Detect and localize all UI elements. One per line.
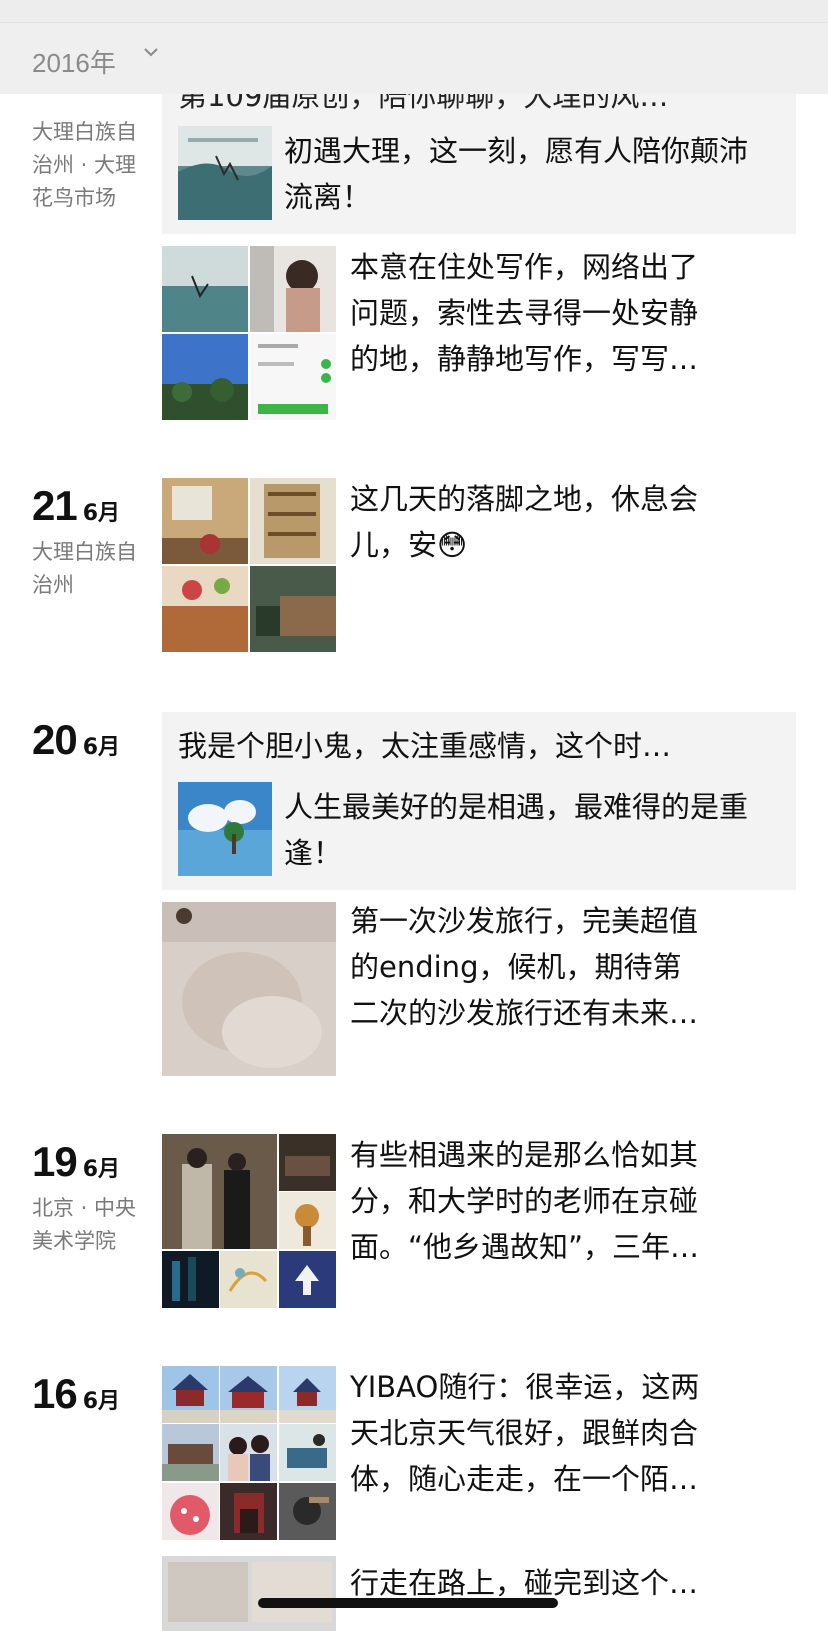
post-text[interactable]: 第一次沙发旅行，完美超值 的ending，候机，期待第 二次的沙发旅行还有未来… (350, 898, 750, 1036)
photo[interactable] (279, 1134, 336, 1191)
date-month: 6月 (82, 501, 121, 526)
photo[interactable] (279, 1424, 336, 1481)
post-line: YIBAO随行：很幸运，这两 (350, 1370, 700, 1404)
home-indicator[interactable] (258, 1598, 558, 1608)
share-text: 人生最美好的是相遇，最难得的是重逢！ (284, 790, 749, 870)
post-text[interactable]: YIBAO随行：很幸运，这两 天北京天气很好，跟鲜肉合 体，随心走走，在一个陌… (350, 1364, 750, 1502)
post-line: 分，和大学时的老师在京碰 (350, 1184, 699, 1218)
post-line: 天北京天气很好，跟鲜肉合 (350, 1416, 699, 1450)
next-entry-text[interactable]: 行走在路上，碰完到这个… (350, 1560, 698, 1631)
photo[interactable] (279, 1366, 336, 1423)
photo[interactable] (279, 1251, 336, 1308)
post-line: 的地，静静地写作，写写… (350, 342, 699, 376)
photo[interactable] (220, 1424, 277, 1481)
post-line: 面。“他乡遇故知”，三年… (350, 1230, 700, 1264)
photo[interactable] (162, 902, 336, 1076)
date-day: 21 (32, 482, 78, 529)
photo[interactable] (162, 1366, 219, 1423)
date-month: 6月 (82, 1389, 121, 1414)
entry-location: 北京 · 中央美术学院 (32, 1196, 137, 1253)
entry-location: 大理白族自治州 (32, 540, 137, 597)
photo[interactable] (162, 246, 248, 332)
photo[interactable] (162, 566, 248, 652)
photo[interactable] (250, 334, 336, 420)
photo-grid[interactable] (162, 902, 336, 1076)
post-line: 第一次沙发旅行，完美超值 (350, 904, 699, 938)
date-day: 16 (32, 1370, 78, 1417)
post-text[interactable]: 有些相遇来的是那么恰如其 分，和大学时的老师在京碰 面。“他乡遇故知”，三年… (350, 1132, 750, 1270)
share-title: 我是个胆小鬼，太注重感情，这个时… (178, 729, 672, 763)
share-thumbnail (178, 782, 272, 876)
photo[interactable] (250, 246, 336, 332)
post-line: 本意在住处写作，网络出了 (350, 250, 699, 284)
post-line: 有些相遇来的是那么恰如其 (350, 1138, 699, 1172)
chevron-down-icon[interactable] (140, 41, 162, 63)
post-line: 问题，索性去寻得一处安静 (350, 296, 699, 330)
photo[interactable] (162, 1424, 219, 1481)
share-text: 初遇大理，这一刻，愿有人陪你颠沛流离！ (284, 134, 749, 214)
photo-grid[interactable] (162, 1366, 336, 1540)
status-strip (0, 0, 828, 22)
entry-date: 21 6月 (32, 482, 120, 530)
photo[interactable] (162, 334, 248, 420)
entry-date: 19 6月 (32, 1138, 120, 1186)
post-line: 这几天的落脚之地，休息会 (350, 482, 699, 516)
photo[interactable] (220, 1366, 277, 1423)
date-month: 6月 (82, 735, 121, 760)
share-thumbnail (178, 126, 272, 220)
entry-location: 大理白族自治州 · 大理花鸟市场 (32, 120, 137, 210)
year-label[interactable]: 2016年 (32, 43, 116, 80)
year-header[interactable]: 2016年 (0, 22, 828, 94)
post-line: 体，随心走走，在一个陌… (350, 1462, 699, 1496)
post-line: 二次的沙发旅行还有未来… (350, 996, 699, 1030)
photo[interactable] (220, 1251, 277, 1308)
photo[interactable] (162, 1483, 219, 1540)
date-day: 19 (32, 1138, 78, 1185)
entry-date: 16 6月 (32, 1370, 120, 1418)
post-line: 儿，安😳 (350, 528, 468, 562)
photo[interactable] (162, 1134, 277, 1249)
date-day: 20 (32, 716, 78, 763)
photo[interactable] (279, 1483, 336, 1540)
entry-date: 20 6月 (32, 716, 120, 764)
shared-article-card[interactable]: 我是个胆小鬼，太注重感情，这个时… 人生最美好的是相遇，最难得的是重逢！ (162, 712, 796, 890)
photo-grid[interactable] (162, 246, 336, 420)
next-entry-thumbnail[interactable] (162, 1556, 336, 1631)
post-text[interactable]: 这几天的落脚之地，休息会 儿，安😳 (350, 476, 750, 568)
photo[interactable] (162, 1251, 219, 1308)
photo[interactable] (220, 1483, 277, 1540)
photo[interactable] (162, 478, 248, 564)
post-text[interactable]: 本意在住处写作，网络出了 问题，索性去寻得一处安静 的地，静静地写作，写写… (350, 244, 750, 382)
date-month: 6月 (82, 1157, 121, 1182)
photo-grid[interactable] (162, 1134, 336, 1308)
photo[interactable] (250, 566, 336, 652)
emoji-icon: 😳 (437, 528, 468, 562)
photo[interactable] (250, 478, 336, 564)
photo-grid[interactable] (162, 478, 336, 652)
shared-article-card[interactable]: 第109届原创，陪你聊聊，大理的风… 初遇大理，这一刻，愿有人陪你颠沛流离！ (162, 79, 796, 234)
photo[interactable] (279, 1192, 336, 1249)
post-line: 的ending，候机，期待第 (350, 950, 682, 984)
